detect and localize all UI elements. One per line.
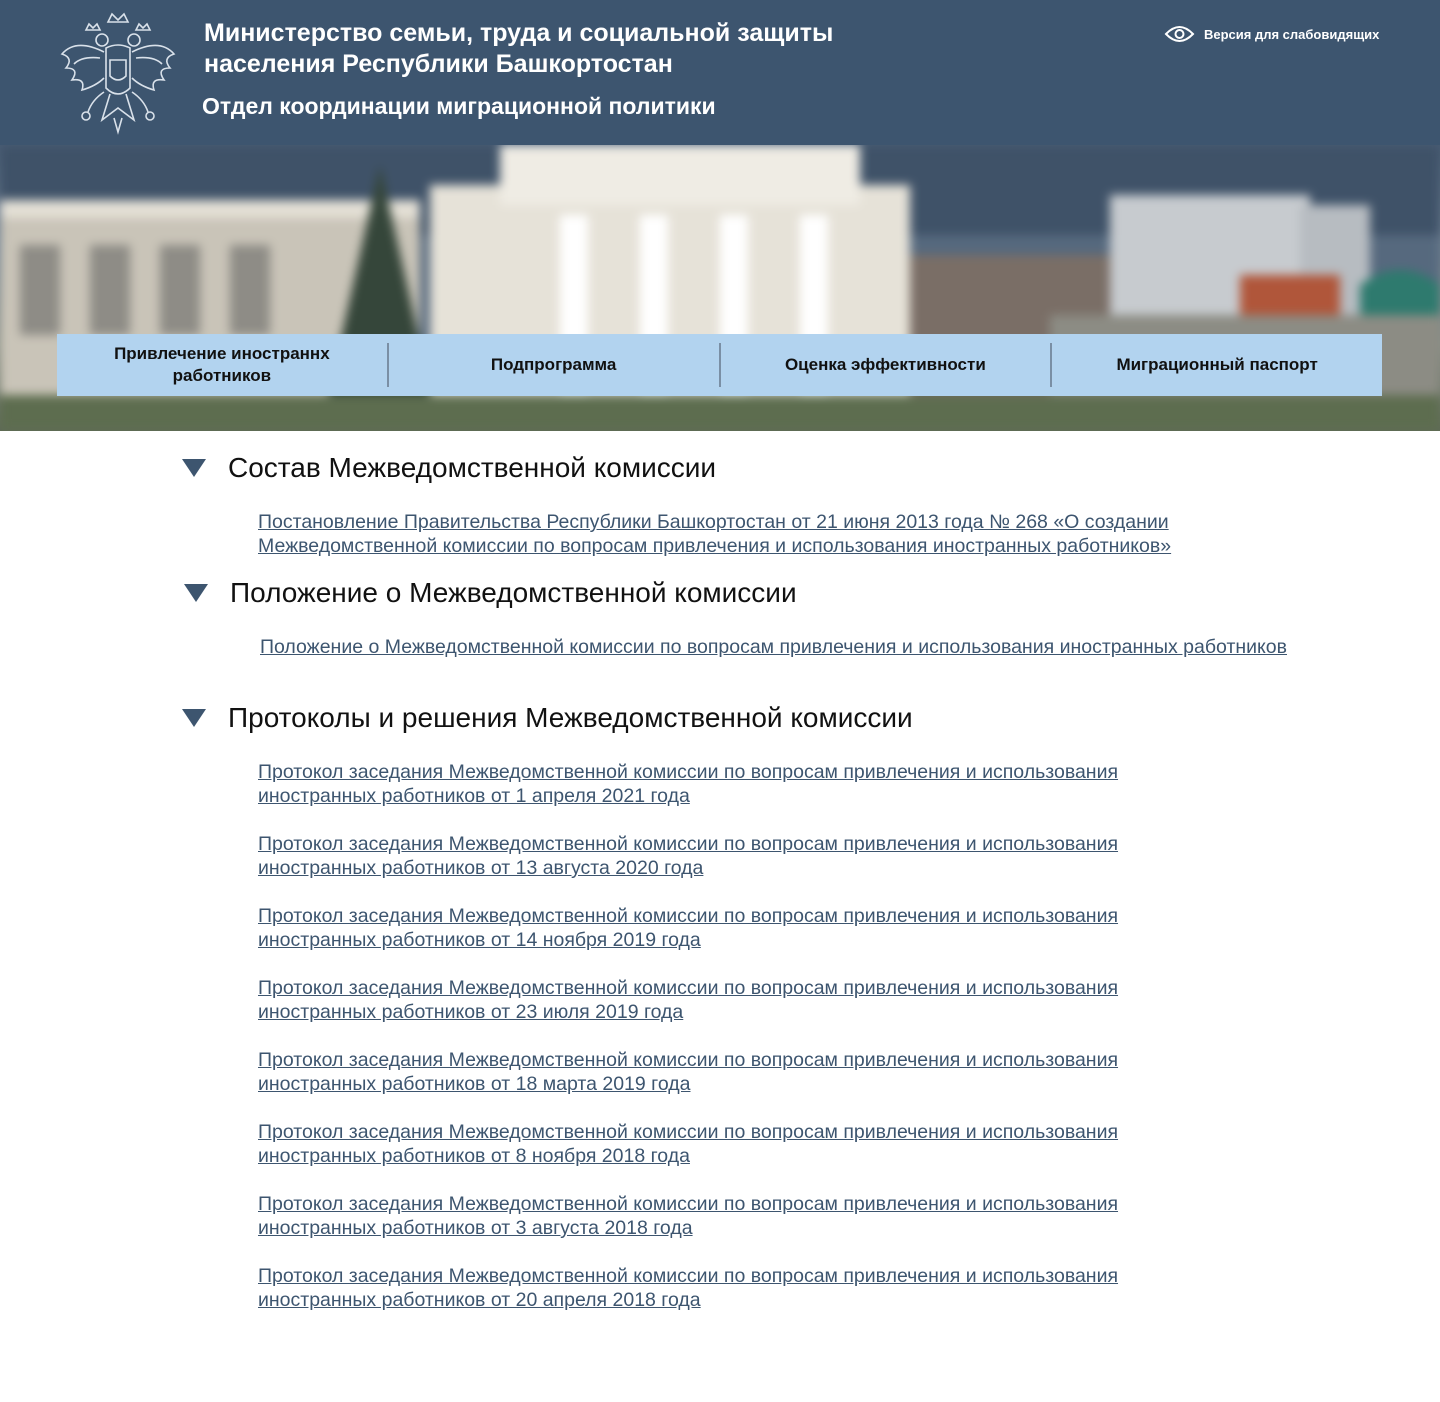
ministry-title: Министерство семьи, труда и социальной з…: [204, 19, 834, 78]
eye-icon: [1164, 26, 1195, 42]
protocol-link[interactable]: Протокол заседания Межведомственной коми…: [258, 1192, 1218, 1240]
protocol-link[interactable]: Протокол заседания Межведомственной коми…: [258, 1048, 1218, 1096]
section-protocols[interactable]: Протоколы и решения Межведомственной ком…: [182, 702, 913, 734]
accessibility-version-link[interactable]: Версия для слабовидящих: [1164, 20, 1379, 48]
nav-subprogram[interactable]: Подпрограмма: [389, 334, 719, 396]
section-commission-regulation[interactable]: Положение о Межведомственной комиссии: [184, 577, 797, 609]
section-commission-composition[interactable]: Состав Межведомственной комиссии: [182, 452, 716, 484]
protocol-link[interactable]: Протокол заседания Межведомственной коми…: [258, 1120, 1218, 1168]
section-title: Состав Межведомственной комиссии: [228, 452, 717, 483]
coat-of-arms-icon: [60, 12, 176, 135]
protocol-link[interactable]: Протокол заседания Межведомственной коми…: [258, 904, 1218, 952]
document-link[interactable]: Постановление Правительства Республики Б…: [258, 510, 1298, 558]
triangle-down-icon: [182, 709, 206, 727]
protocol-link[interactable]: Протокол заседания Межведомственной коми…: [258, 976, 1218, 1024]
nav-foreign-workers[interactable]: Привлечение иностраннх работников: [57, 334, 387, 396]
protocol-link[interactable]: Протокол заседания Межведомственной коми…: [258, 1264, 1218, 1312]
nav-migration-passport[interactable]: Миграционный паспорт: [1052, 334, 1382, 396]
protocol-link[interactable]: Протокол заседания Межведомственной коми…: [258, 832, 1218, 880]
section-title: Протоколы и решения Межведомственной ком…: [228, 702, 913, 733]
main-nav: Привлечение иностраннх работников Подпро…: [57, 334, 1382, 396]
department-title: Отдел координации миграционной политики: [202, 93, 716, 119]
document-link[interactable]: Положение о Межведомственной комиссии по…: [260, 635, 1290, 659]
accessibility-version-label: Версия для слабовидящих: [1204, 26, 1380, 42]
section-title: Положение о Межведомственной комиссии: [230, 577, 797, 608]
triangle-down-icon: [184, 584, 208, 602]
triangle-down-icon: [182, 459, 206, 477]
protocol-link[interactable]: Протокол заседания Межведомственной коми…: [258, 760, 1218, 808]
nav-efficiency[interactable]: Оценка эффективности: [721, 334, 1051, 396]
site-header: Министерство семьи, труда и социальной з…: [0, 0, 1440, 145]
hero-banner: Привлечение иностраннх работников Подпро…: [0, 145, 1440, 431]
